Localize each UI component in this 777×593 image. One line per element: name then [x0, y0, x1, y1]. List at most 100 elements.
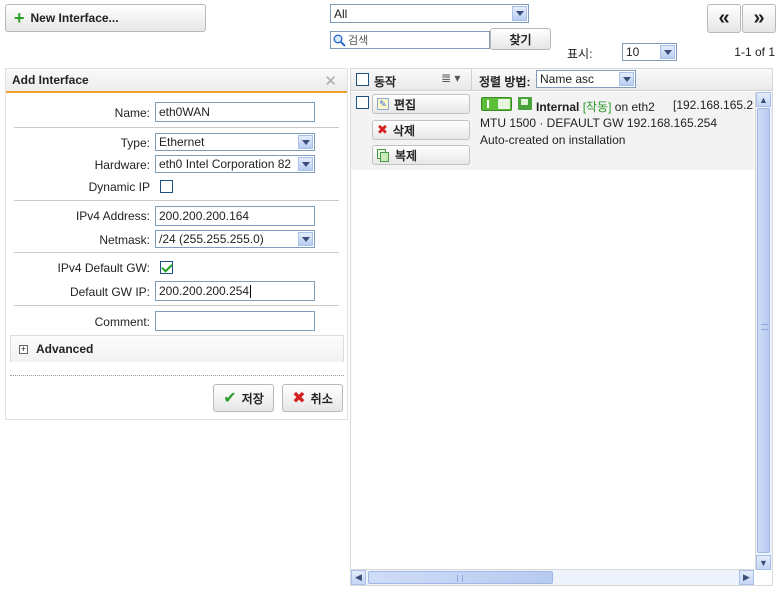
prev-page-button[interactable]: « [707, 4, 741, 33]
clone-button[interactable]: 복제 [372, 145, 470, 165]
horizontal-scroll-thumb[interactable] [368, 571, 553, 584]
interface-name[interactable]: Internal [536, 100, 579, 114]
network-flag-icon [518, 97, 532, 110]
interface-address: [192.168.165.2 [673, 98, 754, 112]
page-size-select[interactable]: 10 [622, 43, 677, 61]
advanced-section[interactable]: + Advanced [10, 335, 344, 362]
scroll-right-button[interactable]: ▶ [739, 570, 754, 585]
clone-icon [377, 148, 390, 162]
search-button-label: 찾기 [509, 32, 532, 47]
select-all-checkbox[interactable] [356, 73, 369, 86]
scroll-down-button[interactable]: ▼ [756, 555, 771, 570]
cancel-button[interactable]: ✖ 취소 [282, 384, 343, 412]
scroll-up-button[interactable]: ▲ [756, 92, 771, 107]
x-icon: ✖ [292, 390, 306, 407]
ipv4-address-value: 200.200.200.164 [159, 209, 250, 223]
delete-icon: ✖ [377, 122, 388, 137]
default-gw-ip-value: 200.200.200.254 [159, 284, 250, 298]
interface-comment: Auto-created on installation [480, 133, 626, 147]
expand-icon: + [19, 343, 28, 354]
comment-label: Comment: [94, 315, 150, 329]
type-select[interactable]: Ethernet [155, 133, 315, 151]
advanced-label: Advanced [36, 342, 94, 356]
chevron-down-icon [660, 45, 675, 59]
sort-select[interactable]: Name asc [536, 70, 636, 88]
ipv4-address-label: IPv4 Address: [75, 209, 150, 223]
double-chevron-left-icon: « [718, 7, 730, 29]
hardware-label: Hardware: [94, 158, 150, 172]
name-input[interactable]: eth0WAN [155, 102, 315, 122]
divider [14, 252, 339, 253]
chevron-down-icon [512, 6, 527, 21]
netmask-value: /24 (255.255.255.0) [159, 232, 264, 246]
add-interface-panel: Add Interface ✕ Name: eth0WAN Type: Ethe… [5, 68, 348, 420]
search-input[interactable]: 검색 [330, 31, 490, 49]
list-item: ✎ 편집 ✖ 삭제 복제 Internal [작동] on eth2 [192. [351, 92, 755, 170]
default-gw-ip-input[interactable]: 200.200.200.254 [155, 281, 315, 301]
clone-label: 복제 [395, 148, 418, 163]
next-page-button[interactable]: » [742, 4, 776, 33]
chevron-down-icon [298, 232, 313, 246]
netmask-label: Netmask: [99, 233, 150, 247]
toggle-switch[interactable] [481, 97, 512, 111]
dotted-divider [10, 375, 344, 376]
plus-icon: + [14, 8, 25, 28]
list-header: 동작 ≣ ▾ 정렬 방법: Name asc [351, 69, 772, 91]
column-divider [471, 69, 472, 91]
range-text: 1-1 of 1 [734, 45, 775, 59]
save-button[interactable]: ✔ 저장 [213, 384, 274, 412]
page-size-value: 10 [626, 45, 640, 59]
type-value: Ethernet [159, 135, 205, 149]
cancel-label: 취소 [310, 391, 333, 406]
chevron-down-icon [298, 157, 313, 171]
panel-title: Add Interface [12, 73, 89, 87]
horizontal-scrollbar[interactable]: ◀ ▶ [351, 569, 754, 585]
dynamic-ip-label: Dynamic IP [88, 180, 150, 194]
vertical-scroll-thumb[interactable] [757, 108, 770, 553]
sort-value: Name asc [540, 72, 595, 86]
vertical-scrollbar[interactable]: ▲ ▼ [755, 92, 772, 570]
chevron-down-icon [298, 135, 313, 149]
interface-list: 동작 ≣ ▾ 정렬 방법: Name asc ✎ 편집 ✖ 삭제 복제 Inte… [350, 68, 773, 586]
ipv4-default-gw-label: IPv4 Default GW: [57, 261, 150, 275]
interface-details: MTU 1500 · DEFAULT GW 192.168.165.254 [480, 116, 718, 130]
text-cursor [250, 284, 252, 298]
search-placeholder: 검색 [348, 35, 369, 47]
scroll-left-button[interactable]: ◀ [351, 570, 366, 585]
panel-header: Add Interface [6, 69, 347, 93]
edit-label: 편집 [394, 97, 417, 112]
hardware-value: eth0 Intel Corporation 82 [159, 157, 292, 171]
comment-input[interactable] [155, 311, 315, 331]
netmask-select[interactable]: /24 (255.255.255.0) [155, 230, 315, 248]
check-icon: ✔ [223, 390, 237, 407]
dynamic-ip-checkbox[interactable] [160, 180, 173, 193]
delete-button[interactable]: ✖ 삭제 [372, 120, 470, 140]
new-interface-button[interactable]: + New Interface... [5, 4, 206, 32]
divider [14, 305, 339, 306]
save-label: 저장 [241, 391, 264, 406]
show-label: 표시: [567, 47, 593, 61]
list-icon[interactable]: ≣ ▾ [441, 71, 460, 85]
delete-label: 삭제 [392, 123, 415, 138]
double-chevron-right-icon: » [753, 7, 765, 29]
close-icon[interactable]: ✕ [324, 72, 337, 90]
default-gw-ip-label: Default GW IP: [69, 285, 150, 299]
filter-select[interactable]: All [330, 4, 529, 23]
name-value: eth0WAN [159, 105, 210, 119]
row-checkbox[interactable] [356, 96, 369, 109]
chevron-down-icon [619, 72, 634, 86]
ipv4-address-input[interactable]: 200.200.200.164 [155, 206, 315, 226]
sort-label: 정렬 방법: [479, 75, 531, 89]
divider [14, 200, 339, 201]
new-interface-label: New Interface... [30, 11, 119, 25]
on-text: on eth2 [614, 100, 655, 114]
type-label: Type: [120, 136, 150, 150]
ipv4-default-gw-checkbox[interactable] [160, 261, 173, 274]
search-button[interactable]: 찾기 [490, 28, 551, 50]
status-badge: [작동] [582, 100, 612, 114]
hardware-select[interactable]: eth0 Intel Corporation 82 [155, 155, 315, 173]
edit-button[interactable]: ✎ 편집 [372, 94, 470, 114]
edit-icon: ✎ [377, 98, 389, 110]
search-icon [333, 34, 346, 47]
filter-select-value: All [334, 6, 348, 21]
